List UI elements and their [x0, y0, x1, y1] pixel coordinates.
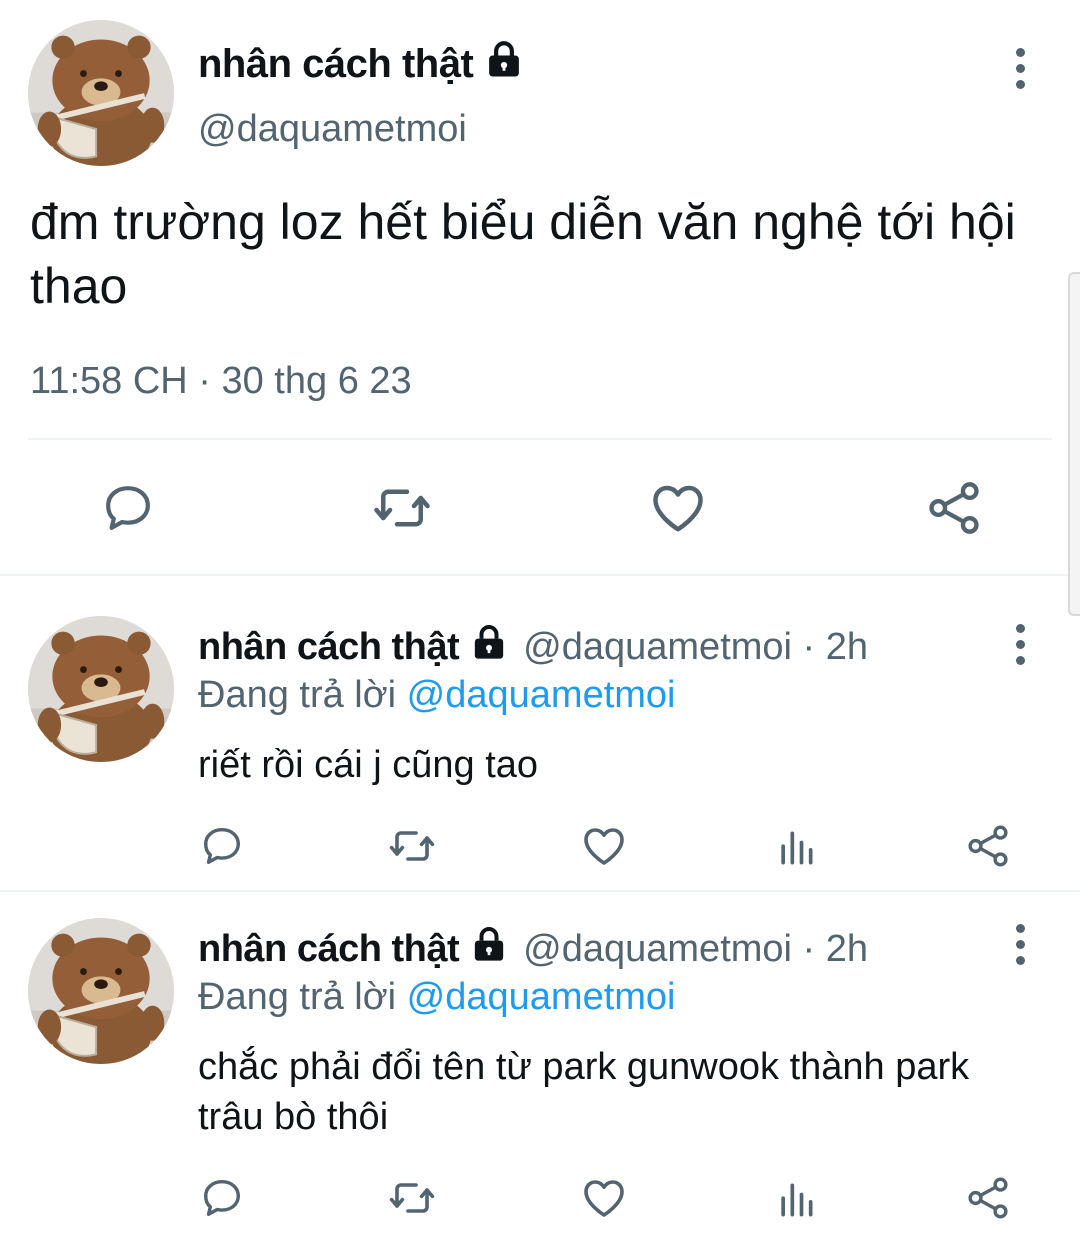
more-icon — [1015, 47, 1025, 57]
avatar[interactable] — [28, 20, 174, 166]
more-icon — [1015, 623, 1025, 633]
reply-text: riết rồi cái j cũng tao — [198, 744, 539, 786]
display-name[interactable]: nhân cách thật — [198, 626, 460, 669]
like-icon — [580, 822, 628, 870]
display-name[interactable]: nhân cách thật — [198, 42, 474, 87]
author-handle[interactable]: @daquametmoi — [198, 108, 467, 151]
like-icon — [648, 478, 708, 538]
more-options-button[interactable] — [1000, 614, 1040, 674]
replying-to: Đang trả lời @daquametmoi — [198, 674, 676, 717]
more-icon — [1015, 923, 1025, 933]
share-button[interactable] — [964, 1174, 1012, 1222]
more-options-button[interactable] — [1000, 914, 1040, 974]
reply-icon — [100, 480, 156, 536]
handle-time[interactable]: @daquametmoi · 2h — [523, 626, 868, 669]
share-button[interactable] — [964, 822, 1012, 870]
like-button[interactable] — [580, 1174, 628, 1222]
views-button[interactable] — [772, 1176, 820, 1224]
reply-text: chắc phải đổi tên từ park gunwook thành … — [198, 1046, 970, 1138]
share-icon — [925, 479, 983, 537]
handle-time[interactable]: @daquametmoi · 2h — [523, 928, 868, 971]
retweet-button[interactable] — [388, 1174, 436, 1222]
avatar[interactable] — [28, 918, 174, 1064]
divider — [28, 438, 1052, 440]
scrollbar[interactable] — [1068, 272, 1080, 616]
reply-button[interactable] — [198, 1174, 246, 1222]
lock-icon — [469, 924, 509, 974]
replying-label: Đang trả lời — [198, 976, 397, 1018]
divider — [0, 890, 1080, 892]
reply-icon — [199, 823, 245, 869]
replying-to: Đang trả lời @daquametmoi — [198, 976, 676, 1019]
avatar[interactable] — [28, 616, 174, 762]
reply-icon — [199, 1175, 245, 1221]
divider — [0, 574, 1080, 576]
lock-icon — [483, 38, 525, 90]
share-button[interactable] — [924, 478, 984, 538]
retweet-icon — [372, 478, 432, 538]
share-icon — [965, 1175, 1011, 1221]
mention-link[interactable]: @daquametmoi — [407, 976, 676, 1018]
reply-header: nhân cách thật @daquametmoi · 2h — [198, 622, 868, 672]
replying-label: Đang trả lời — [198, 674, 397, 716]
reply-header: nhân cách thật @daquametmoi · 2h — [198, 924, 868, 974]
lock-icon — [469, 622, 509, 672]
retweet-button[interactable] — [372, 478, 432, 538]
views-icon — [774, 826, 818, 870]
like-icon — [580, 1174, 628, 1222]
retweet-icon — [388, 822, 436, 870]
mention-link[interactable]: @daquametmoi — [407, 674, 676, 716]
reply-button[interactable] — [98, 478, 158, 538]
views-button[interactable] — [772, 824, 820, 872]
retweet-button[interactable] — [388, 822, 436, 870]
share-icon — [965, 823, 1011, 869]
views-icon — [774, 1178, 818, 1222]
author-name[interactable]: nhân cách thật — [198, 38, 525, 90]
like-button[interactable] — [648, 478, 708, 538]
retweet-icon — [388, 1174, 436, 1222]
reply-button[interactable] — [198, 822, 246, 870]
tweet-text: đm trường loz hết biểu diễn văn nghệ tới… — [30, 194, 1016, 314]
more-options-button[interactable] — [1000, 38, 1040, 98]
tweet-timestamp[interactable]: 11:58 CH · 30 thg 6 23 — [30, 360, 412, 403]
like-button[interactable] — [580, 822, 628, 870]
display-name[interactable]: nhân cách thật — [198, 928, 460, 971]
